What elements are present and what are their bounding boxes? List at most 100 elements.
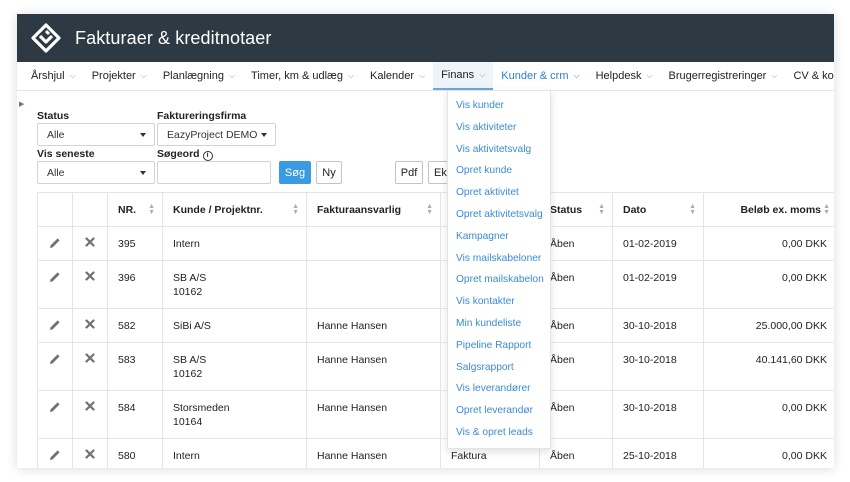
- search-input[interactable]: [157, 161, 271, 184]
- menu-item[interactable]: Vis & opret leads: [448, 422, 550, 444]
- menu-item[interactable]: Opret aktivitet: [448, 182, 550, 204]
- menu-item[interactable]: Vis kunder: [448, 95, 550, 117]
- menu-item[interactable]: Vis kontakter: [448, 291, 550, 313]
- nav-label: Planlægning: [162, 70, 224, 82]
- edit-cell: [37, 342, 73, 391]
- menu-item[interactable]: Pipeline Rapport: [448, 335, 550, 357]
- nav-item-finans[interactable]: Finans ⌵: [433, 62, 494, 90]
- chevron-down-icon: ⌵: [419, 71, 426, 80]
- cell-kunde[interactable]: Storsmeden 10164: [162, 390, 307, 439]
- nav-item-kalender[interactable]: Kalender ⌵: [362, 62, 433, 90]
- header-kunde[interactable]: Kunde / Projektnr. ▲ ▼: [162, 192, 307, 227]
- pencil-icon[interactable]: [49, 353, 61, 365]
- menu-item[interactable]: Opret aktivitetsvalg: [448, 204, 550, 226]
- logo-icon[interactable]: [31, 23, 61, 53]
- nav-item-planlaegning[interactable]: Planlægning ⌵: [155, 62, 243, 90]
- nav-item-projekter[interactable]: Projekter ⌵: [84, 62, 155, 90]
- close-icon[interactable]: [85, 353, 95, 363]
- kunder-dropdown-menu: Vis kunder Vis aktiviteter Vis aktivitetsv…: [447, 90, 551, 449]
- header-nr[interactable]: NR. ▲ ▼: [107, 192, 163, 227]
- nav-label: Timer, km & udlæg: [251, 70, 343, 82]
- invoice-table: NR. ▲ ▼ Kunde / Projektnr. ▲ ▼ Fakturaansvar…: [37, 192, 834, 468]
- pencil-icon[interactable]: [49, 449, 61, 461]
- cell-ansvarlig: Hanne Hansen: [306, 308, 441, 343]
- status-select[interactable]: Alle: [37, 123, 155, 146]
- sort-icon[interactable]: ▲ ▼: [148, 203, 155, 216]
- nav-item-kunder[interactable]: Kunder & crm ⌵: [493, 62, 587, 90]
- caret-down-icon: [140, 171, 146, 175]
- header-delete: [72, 192, 108, 227]
- menu-item[interactable]: Opret leverandør: [448, 400, 550, 422]
- cell-belob: 40.141,60 DKK: [703, 342, 834, 391]
- close-icon[interactable]: [85, 237, 95, 247]
- close-icon[interactable]: [85, 319, 95, 329]
- cell-kunde[interactable]: SiBi A/S: [162, 308, 307, 343]
- cell-belob: 0,00 DKK: [703, 390, 834, 439]
- table-header-row: NR. ▲ ▼ Kunde / Projektnr. ▲ ▼ Fakturaansvar…: [37, 192, 834, 227]
- table-row[interactable]: 396 SB A/S 10162 Åben 01-02-2019 0,00 DKK: [37, 260, 834, 309]
- cell-kunde[interactable]: Intern: [162, 438, 307, 468]
- cell-kunde[interactable]: SB A/S 10162: [162, 260, 307, 309]
- close-icon[interactable]: [85, 401, 95, 411]
- nav-item-brugerregistreringer[interactable]: Brugerregistreringer ⌵: [661, 62, 786, 90]
- close-icon[interactable]: [85, 271, 95, 281]
- pencil-icon[interactable]: [49, 319, 61, 331]
- nav-item-timer[interactable]: Timer, km & udlæg ⌵: [243, 62, 362, 90]
- top-bar: Fakturaer & kreditnotaer: [17, 14, 834, 62]
- cell-ansvarlig: [306, 260, 441, 309]
- menu-item[interactable]: Opret kunde: [448, 160, 550, 182]
- menu-item[interactable]: Min kundeliste: [448, 313, 550, 335]
- sort-icon[interactable]: ▲ ▼: [426, 203, 433, 216]
- pencil-icon[interactable]: [49, 271, 61, 283]
- cell-ansvarlig: Hanne Hansen: [306, 342, 441, 391]
- sort-icon[interactable]: ▲ ▼: [292, 203, 299, 216]
- app-window: Fakturaer & kreditnotaer Årshjul ⌵ Projek…: [17, 14, 834, 468]
- header-ansvarlig[interactable]: Fakturaansvarlig ▲ ▼: [306, 192, 441, 227]
- sort-icon[interactable]: ▲ ▼: [823, 203, 830, 216]
- nav-item-cv[interactable]: CV & kompetencer⌵: [785, 62, 834, 90]
- menu-item[interactable]: Vis leverandører: [448, 378, 550, 400]
- close-icon[interactable]: [85, 449, 95, 459]
- cell-kunde[interactable]: Intern: [162, 226, 307, 261]
- chevron-down-icon: ⌵: [771, 71, 778, 80]
- kunde-name: Storsmeden: [173, 402, 230, 414]
- header-belob[interactable]: Beløb ex. moms ▲ ▼: [703, 192, 834, 227]
- search-button[interactable]: Søg: [279, 161, 311, 184]
- nav-item-helpdesk[interactable]: Helpdesk ⌵: [588, 62, 661, 90]
- sort-icon[interactable]: ▲ ▼: [598, 203, 605, 216]
- firm-select[interactable]: EazyProject DEMO: [157, 123, 276, 146]
- info-icon[interactable]: i: [202, 151, 213, 161]
- cell-dato: 30-10-2018: [612, 390, 704, 439]
- cell-dato: 01-02-2019: [612, 260, 704, 309]
- cell-kunde[interactable]: SB A/S 10162: [162, 342, 307, 391]
- edit-cell: [37, 226, 73, 261]
- cell-nr: 580: [107, 438, 163, 468]
- delete-cell: [72, 438, 108, 468]
- menu-item[interactable]: Salgsrapport: [448, 357, 550, 379]
- table-row[interactable]: 580 Intern Hanne Hansen Faktura Åben 25-…: [37, 438, 834, 468]
- cell-belob: 0,00 DKK: [703, 438, 834, 468]
- pdf-button[interactable]: Pdf: [395, 161, 423, 184]
- nav-item-arshjul[interactable]: Årshjul ⌵: [23, 62, 84, 90]
- table-row[interactable]: 584 Storsmeden 10164 Hanne Hansen Åben 30…: [37, 390, 834, 439]
- menu-item[interactable]: Vis aktivitetsvalg: [448, 139, 550, 161]
- pencil-icon[interactable]: [49, 237, 61, 249]
- menu-item[interactable]: Kampagner: [448, 226, 550, 248]
- sort-icon[interactable]: ▲ ▼: [689, 203, 696, 216]
- table-row[interactable]: 395 Intern Åben 01-02-2019 0,00 DKK: [37, 226, 834, 261]
- header-edit: [37, 192, 73, 227]
- pencil-icon[interactable]: [49, 401, 61, 413]
- new-button[interactable]: Ny: [316, 161, 342, 184]
- header-dato[interactable]: Dato ▲ ▼: [612, 192, 704, 227]
- cell-nr: 584: [107, 390, 163, 439]
- table-row[interactable]: 582 SiBi A/S Hanne Hansen Åben 30-10-201…: [37, 308, 834, 343]
- nav-label: Helpdesk: [595, 70, 642, 82]
- table-row[interactable]: 583 SB A/S 10162 Hanne Hansen Åben 30-10-…: [37, 342, 834, 391]
- projekt-nr: 10162: [173, 286, 203, 298]
- menu-item[interactable]: Vis mailskabeloner: [448, 248, 550, 270]
- header-label: Beløb ex. moms: [740, 203, 821, 216]
- recent-select[interactable]: Alle: [37, 161, 155, 184]
- menu-item[interactable]: Opret mailskabelon: [448, 269, 550, 291]
- sidebar-toggle-icon[interactable]: ▶: [19, 100, 24, 108]
- menu-item[interactable]: Vis aktiviteter: [448, 117, 550, 139]
